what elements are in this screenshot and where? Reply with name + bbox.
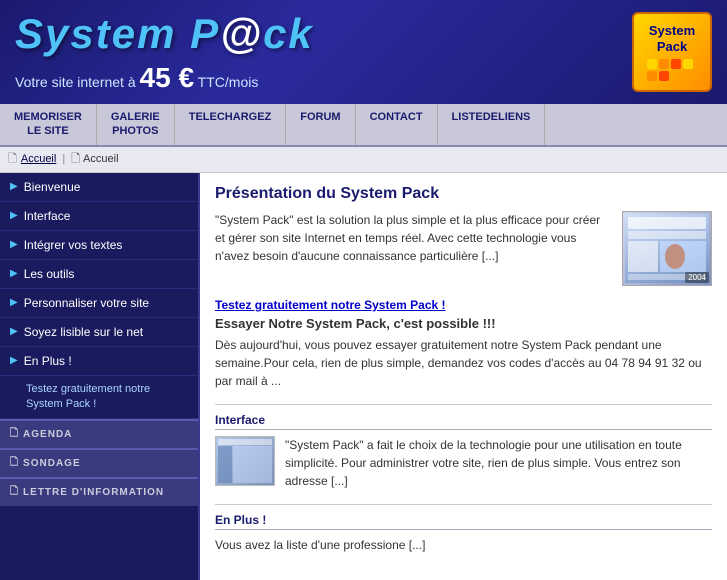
- main-layout: ▶ Bienvenue ▶ Interface ▶ Intégrer vos t…: [0, 173, 727, 580]
- sidebar-item-lisible[interactable]: ▶ Soyez lisible sur le net: [0, 318, 198, 347]
- doc-icon2: 🗋: [71, 150, 80, 169]
- sub2-body: "System Pack" a fait le choix de la tech…: [215, 436, 712, 490]
- sidebar-section-lettreinfo-label: LETTRE D'INFORMATION: [23, 487, 164, 498]
- sidebar-label-personnaliser: Personnaliser votre site: [24, 296, 149, 310]
- sidebar-item-outils[interactable]: ▶ Les outils: [0, 260, 198, 289]
- sidebar-item-enplus[interactable]: ▶ En Plus !: [0, 347, 198, 376]
- tagline-after: TTC/mois: [198, 74, 259, 90]
- sub2-image: [215, 436, 275, 486]
- product-box: System Pack: [632, 12, 712, 92]
- arrow-icon: ▶: [10, 181, 18, 192]
- sub2-text: "System Pack" a fait le choix de la tech…: [285, 436, 712, 490]
- sidebar: ▶ Bienvenue ▶ Interface ▶ Intégrer vos t…: [0, 173, 200, 580]
- box-title: System Pack: [649, 23, 695, 54]
- nav-galerie[interactable]: GALERIEPHOTOS: [97, 104, 175, 145]
- sub-section-1: Essayer Notre System Pack, c'est possibl…: [215, 316, 712, 390]
- logo: System P@ck: [15, 10, 314, 58]
- sidebar-label-lisible: Soyez lisible sur le net: [24, 325, 143, 339]
- enplus-label: En Plus !: [215, 513, 712, 530]
- tagline: Votre site internet à 45 € TTC/mois: [15, 62, 258, 94]
- arrow-icon: ▶: [10, 297, 18, 308]
- sidebar-item-interface[interactable]: ▶ Interface: [0, 202, 198, 231]
- sub1-text: Dès aujourd'hui, vous pouvez essayer gra…: [215, 336, 712, 390]
- arrow-icon: ▶: [10, 239, 18, 250]
- arrow-icon: ▶: [10, 355, 18, 366]
- sidebar-section-sondage-label: SONDAGE: [23, 458, 81, 469]
- doc-icon: 🗋: [10, 455, 19, 472]
- sidebar-label-enplus: En Plus !: [24, 354, 72, 368]
- sidebar-item-bienvenue[interactable]: ▶ Bienvenue: [0, 173, 198, 202]
- breadcrumb-path1[interactable]: Accueil: [21, 153, 56, 165]
- header-left: System P@ck Votre site internet à 45 € T…: [15, 10, 314, 94]
- nav-contact[interactable]: CONTACT: [356, 104, 438, 145]
- sidebar-item-testez[interactable]: Testez gratuitement notre System Pack !: [0, 376, 198, 420]
- main-section: "System Pack" est la solution la plus si…: [215, 211, 712, 286]
- breadcrumb: 🗋 Accueil | 🗋 Accueil: [0, 147, 727, 173]
- sidebar-section-agenda[interactable]: 🗋 AGENDA: [0, 419, 198, 448]
- arrow-icon: ▶: [10, 268, 18, 279]
- sidebar-label-testez: Testez gratuitement notre System Pack !: [26, 383, 150, 410]
- breadcrumb-path2: Accueil: [83, 153, 118, 165]
- tagline-before: Votre site internet à: [15, 74, 136, 90]
- main-content: Présentation du System Pack "System Pack…: [200, 173, 727, 580]
- arrow-icon: ▶: [10, 210, 18, 221]
- box-decoration: [647, 59, 697, 81]
- sidebar-section-lettreinfo[interactable]: 🗋 LETTRE D'INFORMATION: [0, 477, 198, 506]
- sub-section-2: "System Pack" a fait le choix de la tech…: [215, 436, 712, 490]
- nav-telechargez[interactable]: TELECHARGEZ: [175, 104, 287, 145]
- sidebar-item-personnaliser[interactable]: ▶ Personnaliser votre site: [0, 289, 198, 318]
- nav-listedeliens[interactable]: LISTEDELIENS: [438, 104, 546, 145]
- header: System P@ck Votre site internet à 45 € T…: [0, 0, 727, 104]
- price: 45 €: [140, 62, 195, 93]
- sidebar-label-integrer: Intégrer vos textes: [24, 238, 123, 252]
- main-text: "System Pack" est la solution la plus si…: [215, 211, 612, 286]
- sidebar-label-outils: Les outils: [24, 267, 75, 281]
- highlight-link[interactable]: Testez gratuitement notre System Pack !: [215, 298, 712, 312]
- navigation: MEMORISERLE SITE GALERIEPHOTOS TELECHARG…: [0, 104, 727, 147]
- sidebar-item-integrer[interactable]: ▶ Intégrer vos textes: [0, 231, 198, 260]
- arrow-icon: ▶: [10, 326, 18, 337]
- divider-1: [215, 404, 712, 405]
- interface-label: Interface: [215, 413, 712, 430]
- doc-icon: 🗋: [10, 426, 19, 443]
- image-inner: 2004: [623, 212, 711, 285]
- divider-2: [215, 504, 712, 505]
- sidebar-label-interface: Interface: [24, 209, 71, 223]
- doc-icon: 🗋: [10, 484, 19, 501]
- main-title: Présentation du System Pack: [215, 185, 712, 203]
- nav-forum[interactable]: FORUM: [286, 104, 355, 145]
- nav-memoriser[interactable]: MEMORISERLE SITE: [0, 104, 97, 145]
- sub1-title: Essayer Notre System Pack, c'est possibl…: [215, 316, 712, 331]
- main-image: 2004: [622, 211, 712, 286]
- sidebar-label-bienvenue: Bienvenue: [24, 180, 81, 194]
- sidebar-section-agenda-label: AGENDA: [23, 429, 72, 440]
- sidebar-section-sondage[interactable]: 🗋 SONDAGE: [0, 448, 198, 477]
- doc-icon: 🗋: [8, 150, 17, 169]
